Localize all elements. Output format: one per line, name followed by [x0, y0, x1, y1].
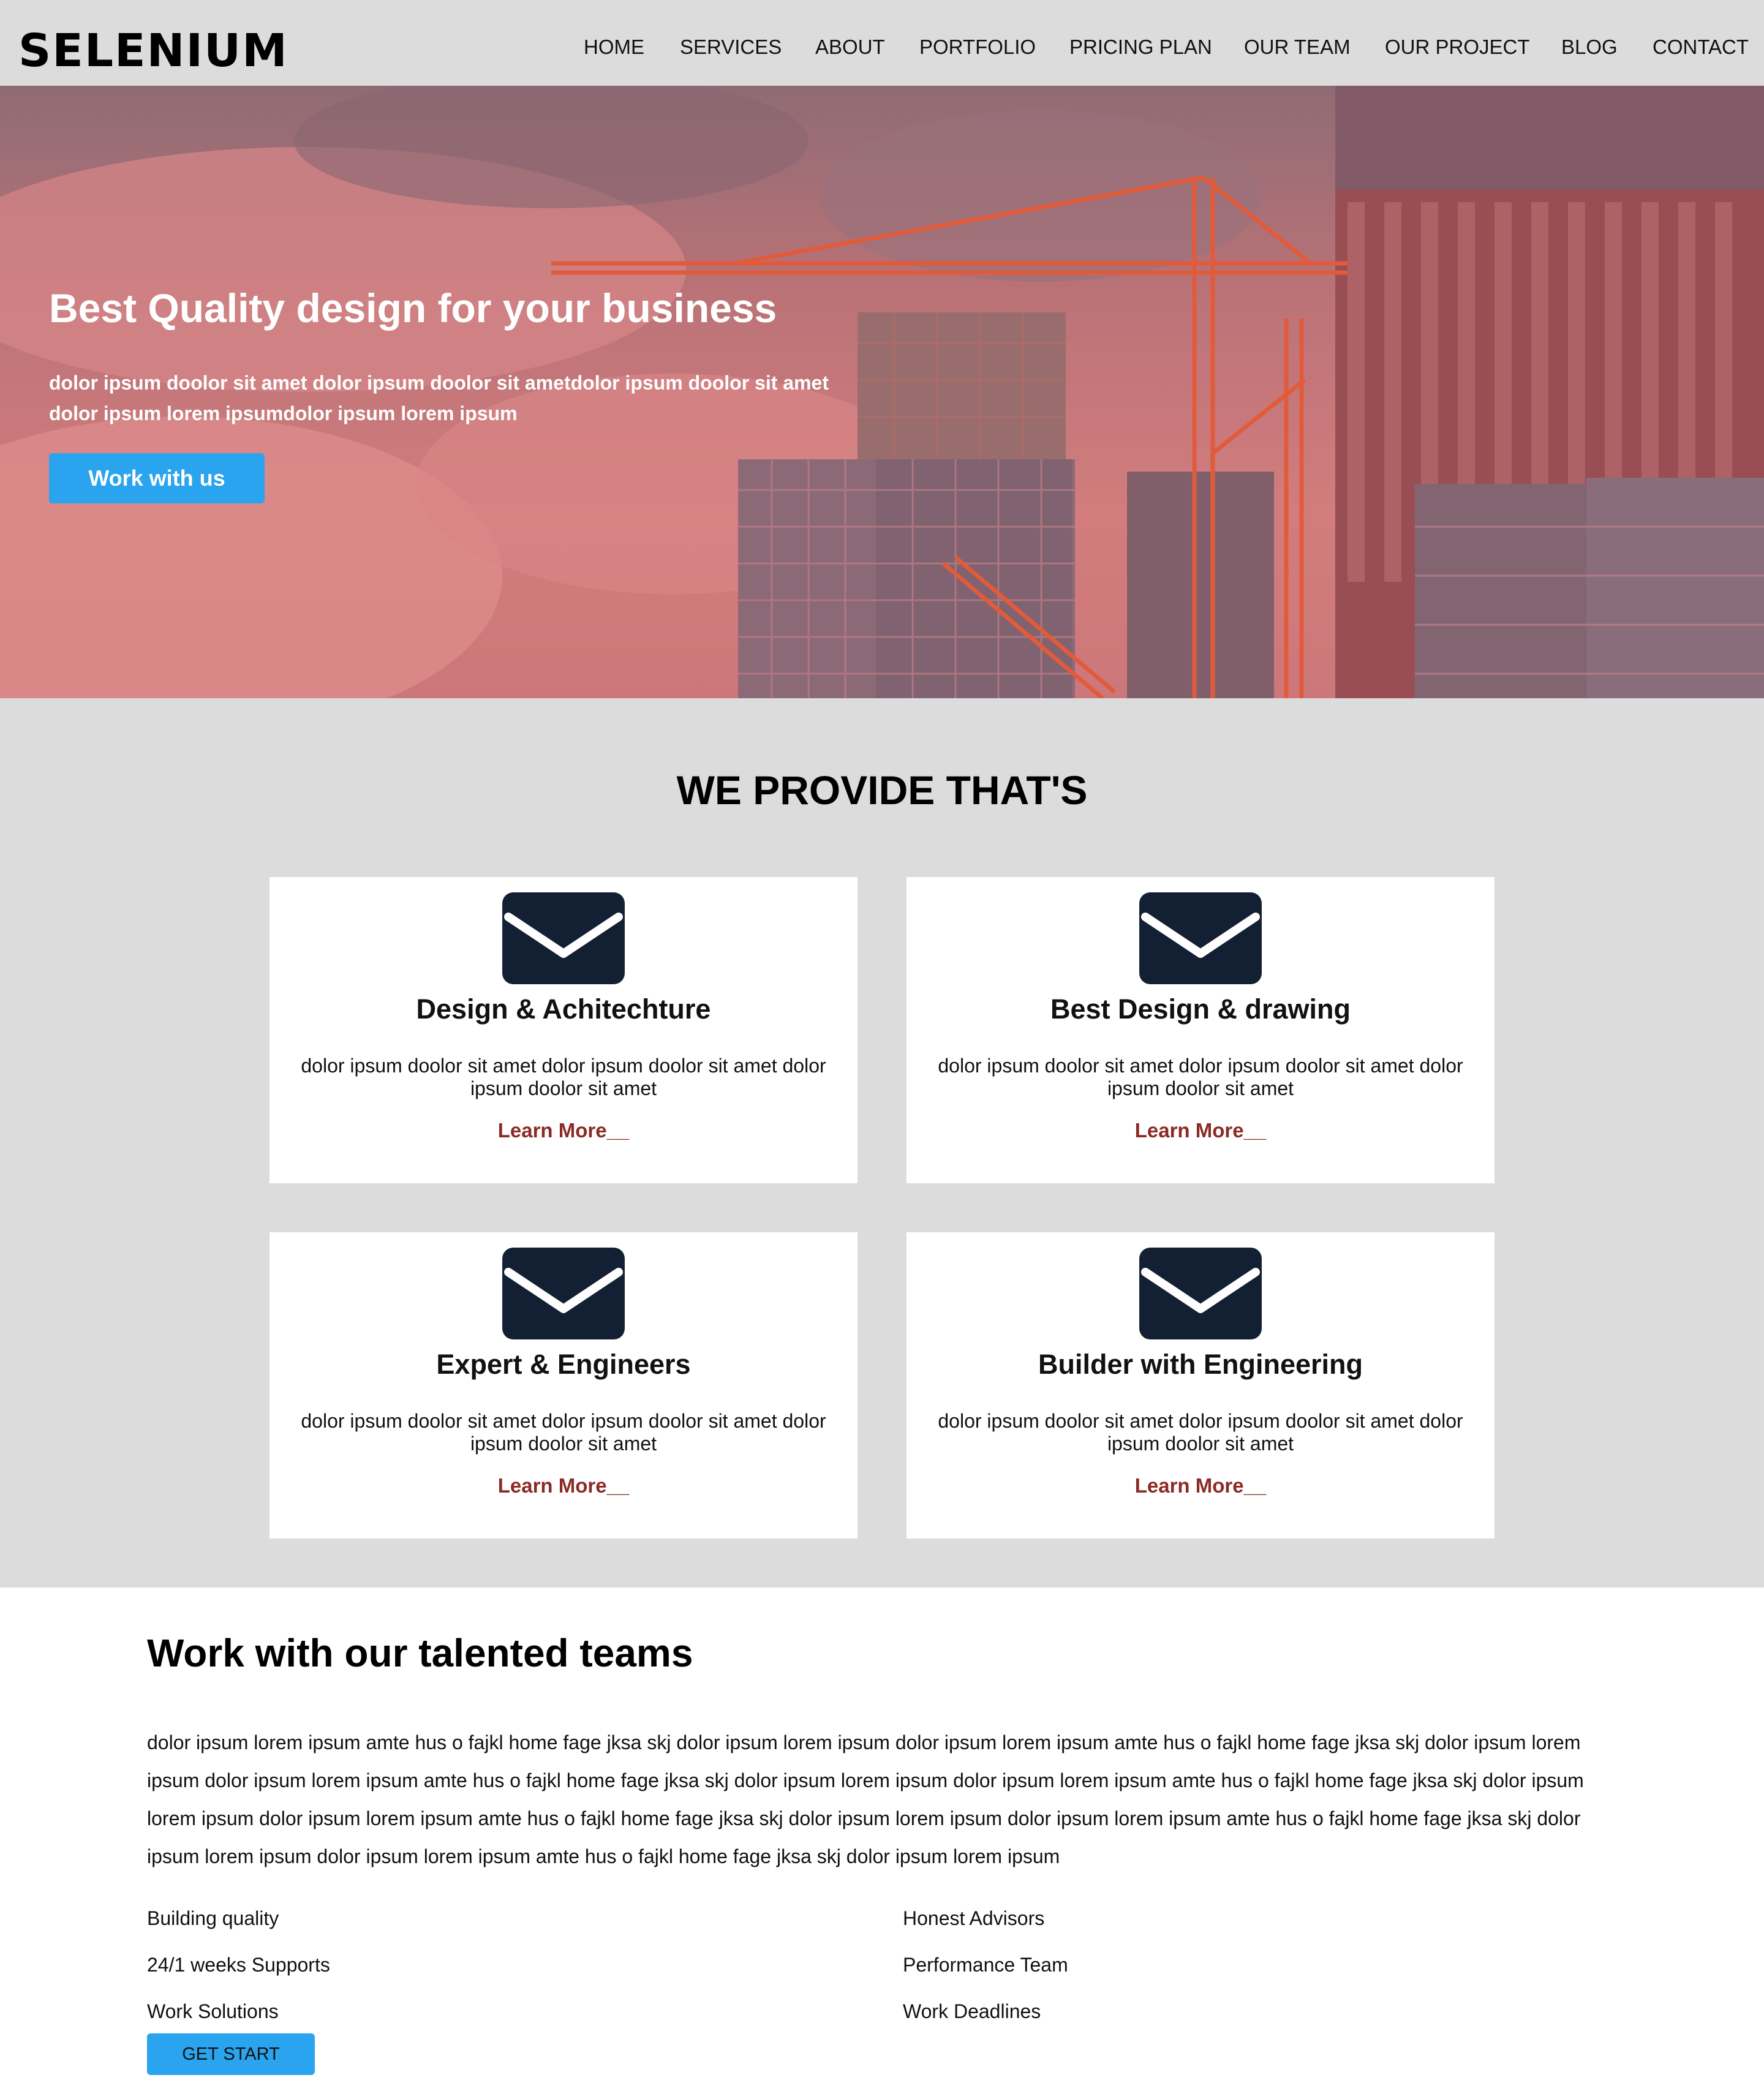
learn-more-link[interactable]: Learn More__ — [907, 1119, 1494, 1142]
feature-item: Work Deadlines — [903, 2000, 1041, 2022]
nav-services[interactable]: SERVICES — [680, 32, 782, 62]
service-card: Builder with Engineering dolor ipsum doo… — [907, 1232, 1494, 1538]
service-card-text: dolor ipsum doolor sit amet dolor ipsum … — [938, 1410, 1463, 1455]
envelope-icon — [1139, 892, 1262, 984]
service-card-text: dolor ipsum doolor sit amet dolor ipsum … — [301, 1055, 826, 1099]
hero-title: Best Quality design for your business — [49, 285, 777, 331]
services-section: WE PROVIDE THAT'S Design & Achitechture … — [0, 698, 1764, 1587]
teams-description: dolor ipsum lorem ipsum amte hus o fajkl… — [147, 1731, 1584, 1867]
service-card-text: dolor ipsum doolor sit amet dolor ipsum … — [301, 1410, 826, 1455]
hero-banner: Best Quality design for your business do… — [0, 86, 1764, 698]
service-card: Design & Achitechture dolor ipsum doolor… — [270, 877, 858, 1183]
feature-item: Performance Team — [903, 1954, 1068, 1976]
service-card-title: Design & Achitechture — [416, 993, 711, 1025]
learn-more-link[interactable]: Learn More__ — [907, 1474, 1494, 1497]
teams-section: Work with our talented teams dolor ipsum… — [0, 1587, 1764, 2094]
nav-blog[interactable]: BLOG — [1561, 32, 1618, 62]
site-header: SELENIUM HOME SERVICES ABOUT PORTFOLIO P… — [0, 0, 1764, 86]
envelope-icon — [502, 1248, 625, 1339]
hero-description: dolor ipsum doolor sit amet dolor ipsum … — [49, 372, 829, 424]
nav-our-team[interactable]: OUR TEAM — [1244, 32, 1351, 62]
service-card-title: Builder with Engineering — [1038, 1349, 1363, 1380]
service-card-title: Best Design & drawing — [1050, 993, 1351, 1025]
learn-more-link[interactable]: Learn More__ — [270, 1119, 858, 1142]
service-card-text: dolor ipsum doolor sit amet dolor ipsum … — [938, 1055, 1463, 1099]
main-nav: HOME SERVICES ABOUT PORTFOLIO PRICING PL… — [0, 32, 1764, 62]
service-card-title: Expert & Engineers — [436, 1349, 691, 1380]
work-with-us-button[interactable]: Work with us — [49, 453, 265, 503]
feature-item: 24/1 weeks Supports — [147, 1954, 330, 1976]
feature-item: Honest Advisors — [903, 1907, 1045, 1929]
teams-title: Work with our talented teams — [147, 1631, 693, 1675]
nav-pricing-plan[interactable]: PRICING PLAN — [1069, 32, 1212, 62]
nav-contact[interactable]: CONTACT — [1653, 32, 1749, 62]
learn-more-link[interactable]: Learn More__ — [270, 1474, 858, 1497]
envelope-icon — [502, 892, 625, 984]
services-title: WE PROVIDE THAT'S — [676, 767, 1088, 813]
feature-item: Building quality — [147, 1907, 279, 1929]
nav-portfolio[interactable]: PORTFOLIO — [919, 32, 1036, 62]
get-start-button[interactable]: GET START — [147, 2033, 315, 2075]
service-card: Best Design & drawing dolor ipsum doolor… — [907, 877, 1494, 1183]
envelope-icon — [1139, 1248, 1262, 1339]
nav-about[interactable]: ABOUT — [815, 32, 885, 62]
service-card: Expert & Engineers dolor ipsum doolor si… — [270, 1232, 858, 1538]
feature-item: Work Solutions — [147, 2000, 279, 2022]
nav-home[interactable]: HOME — [584, 32, 644, 62]
nav-our-project[interactable]: OUR PROJECT — [1385, 32, 1530, 62]
